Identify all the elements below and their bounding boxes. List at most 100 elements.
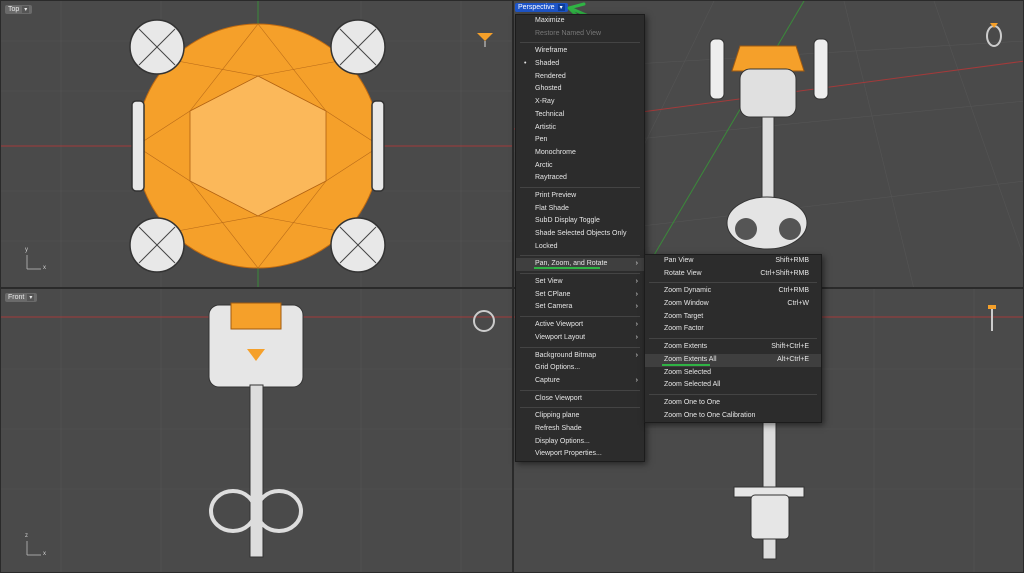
checked-dot-icon: • [524, 60, 527, 68]
chevron-right-icon: › [635, 260, 638, 268]
menu-item-locked[interactable]: Locked [516, 241, 644, 254]
menu-item-set-view[interactable]: Set View › [516, 276, 644, 289]
menu-item-display-options[interactable]: Display Options... [516, 436, 644, 449]
submenu-item-zoom-selected[interactable]: Zoom Selected [645, 367, 821, 380]
menu-item-label: Zoom Extents [664, 343, 708, 351]
menu-item-raytraced[interactable]: Raytraced [516, 172, 644, 185]
earring-front[interactable] [208, 302, 304, 558]
viewport-front[interactable]: Front ▾ z x [0, 288, 513, 573]
menu-separator [649, 282, 817, 284]
menu-item-label: Print Preview [535, 191, 577, 199]
menu-item-subd-display-toggle[interactable]: SubD Display Toggle [516, 215, 644, 228]
menu-item-label: Pen [535, 136, 548, 144]
submenu-item-zoom-window[interactable]: Zoom Window Ctrl+W [645, 298, 821, 311]
menu-item-label: Zoom Target [664, 312, 704, 320]
menu-separator [520, 273, 640, 275]
menu-item-ghosted[interactable]: Ghosted [516, 83, 644, 96]
chevron-down-icon[interactable]: ▾ [22, 6, 30, 13]
menu-item-pan-zoom-and-rotate[interactable]: Pan, Zoom, and Rotate › [516, 258, 644, 272]
menu-separator [520, 255, 640, 257]
menu-item-print-preview[interactable]: Print Preview [516, 190, 644, 203]
menu-item-label: Zoom Factor [664, 325, 704, 333]
viewport-tab-top[interactable]: Top ▾ [5, 5, 33, 14]
menu-item-label: Zoom One to One Calibration [664, 411, 756, 419]
submenu-item-zoom-selected-all[interactable]: Zoom Selected All [645, 379, 821, 392]
submenu-item-zoom-dynamic[interactable]: Zoom Dynamic Ctrl+RMB [645, 285, 821, 298]
menu-item-label: Active Viewport [535, 321, 584, 329]
menu-item-rendered[interactable]: Rendered [516, 71, 644, 84]
ring-thumbnail-icon [473, 310, 495, 332]
menu-item-shaded[interactable]: • Shaded [516, 58, 644, 71]
chevron-right-icon: › [635, 278, 638, 286]
menu-item-label: Capture [535, 376, 560, 384]
submenu-item-zoom-target[interactable]: Zoom Target [645, 311, 821, 324]
submenu-item-rotate-view[interactable]: Rotate View Ctrl+Shift+RMB [645, 268, 821, 281]
chevron-down-icon[interactable]: ▾ [27, 294, 35, 301]
menu-item-flat-shade[interactable]: Flat Shade [516, 203, 644, 216]
grid-front [1, 289, 512, 572]
chevron-right-icon: › [635, 333, 638, 341]
menu-item-close-viewport[interactable]: Close Viewport [516, 393, 644, 406]
submenu-item-zoom-factor[interactable]: Zoom Factor [645, 323, 821, 336]
viewport-top[interactable]: Top ▾ y x [0, 0, 513, 288]
menu-item-maximize[interactable]: Maximize [516, 15, 644, 28]
menu-separator [520, 407, 640, 409]
menu-item-shade-selected-objects-only[interactable]: Shade Selected Objects Only [516, 228, 644, 241]
menu-item-active-viewport[interactable]: Active Viewport › [516, 319, 644, 332]
menu-item-label: Close Viewport [535, 394, 582, 402]
submenu-item-pan-view[interactable]: Pan View Shift+RMB [645, 255, 821, 268]
menu-separator [649, 393, 817, 395]
menu-item-label: Artistic [535, 123, 556, 131]
viewport-tab-label: Top [8, 6, 20, 13]
menu-item-viewport-properties[interactable]: Viewport Properties... [516, 448, 644, 461]
submenu-item-zoom-extents[interactable]: Zoom Extents Shift+Ctrl+E [645, 341, 821, 354]
ring-thumbnail-icon [477, 33, 493, 47]
menu-item-shortcut: Shift+RMB [775, 257, 809, 264]
menu-item-restore-named-view: Restore Named View [516, 28, 644, 41]
menu-item-label: Maximize [535, 17, 565, 24]
earring-perspective[interactable] [709, 38, 829, 250]
menu-item-background-bitmap[interactable]: Background Bitmap › [516, 350, 644, 363]
menu-item-shortcut: Alt+Ctrl+E [777, 355, 809, 363]
menu-item-capture[interactable]: Capture › [516, 375, 644, 388]
menu-item-label: Flat Shade [535, 204, 569, 212]
menu-item-monochrome[interactable]: Monochrome [516, 147, 644, 160]
menu-item-label: Rendered [535, 72, 566, 80]
menu-item-label: Viewport Layout [535, 333, 586, 341]
menu-item-refresh-shade[interactable]: Refresh Shade [516, 423, 644, 436]
menu-item-artistic[interactable]: Artistic [516, 122, 644, 135]
menu-item-label: Zoom One to One [664, 398, 721, 406]
chevron-right-icon: › [635, 290, 638, 298]
menu-item-label: Grid Options... [535, 364, 581, 372]
menu-item-technical[interactable]: Technical [516, 109, 644, 122]
axis-label-x: x [43, 551, 46, 557]
axis-label-z: z [25, 533, 28, 539]
viewport-tab-front[interactable]: Front ▾ [5, 293, 38, 302]
menu-item-wireframe[interactable]: Wireframe [516, 45, 644, 58]
menu-separator [520, 389, 640, 391]
menu-item-label: Zoom Extents All [664, 355, 717, 363]
earring-thumbnail-icon [988, 305, 996, 331]
menu-separator [520, 316, 640, 318]
submenu-item-zoom-one-to-one[interactable]: Zoom One to One [645, 397, 821, 410]
menu-item-clipping-plane[interactable]: Clipping plane [516, 410, 644, 423]
menu-item-set-cplane[interactable]: Set CPlane › [516, 289, 644, 302]
menu-item-pen[interactable]: Pen [516, 134, 644, 147]
menu-item-x-ray[interactable]: X-Ray [516, 96, 644, 109]
menu-item-label: Raytraced [535, 174, 567, 182]
menu-separator [520, 42, 640, 44]
submenu-item-zoom-one-to-one-calibration[interactable]: Zoom One to One Calibration [645, 410, 821, 423]
menu-item-shortcut: Ctrl+W [787, 300, 809, 308]
menu-item-grid-options[interactable]: Grid Options... [516, 362, 644, 375]
menu-item-label: Set Camera [535, 303, 573, 311]
menu-item-label: Zoom Window [664, 300, 709, 308]
earring-right[interactable] [733, 418, 805, 560]
menu-item-label: Refresh Shade [535, 424, 582, 432]
menu-item-label: Wireframe [535, 47, 568, 55]
menu-item-set-camera[interactable]: Set Camera › [516, 301, 644, 314]
menu-item-label: Shaded [535, 60, 560, 68]
menu-item-arctic[interactable]: Arctic [516, 160, 644, 173]
menu-item-label: Shade Selected Objects Only [535, 230, 627, 237]
menu-item-viewport-layout[interactable]: Viewport Layout › [516, 332, 644, 345]
annotation-underline [534, 267, 600, 269]
